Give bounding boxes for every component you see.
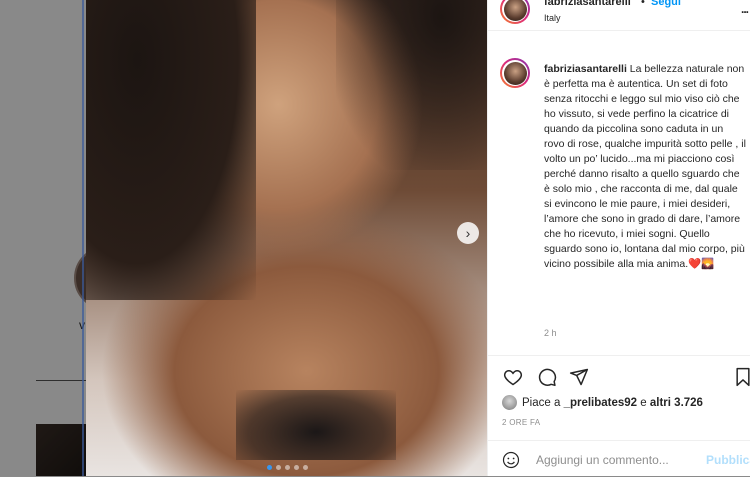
- chevron-right-icon: ›: [465, 225, 471, 241]
- likes-middle: e: [640, 396, 647, 409]
- share-icon[interactable]: [568, 367, 590, 387]
- next-photo-button[interactable]: ›: [457, 222, 479, 244]
- carousel-dot: [276, 465, 281, 470]
- liker-avatar[interactable]: [502, 395, 517, 410]
- author-username[interactable]: fabriziasantarelli: [544, 0, 631, 8]
- background-edge: [82, 0, 84, 476]
- header-separator: •: [641, 0, 645, 8]
- likes-prefix: Piace a: [522, 396, 561, 409]
- caption-text: La bellezza naturale non è perfetta ma è…: [544, 63, 746, 270]
- likes-summary: Piace a _prelibates92 e altri 3.726: [502, 395, 703, 410]
- comment-icon[interactable]: [536, 367, 558, 387]
- carousel-dot: [303, 465, 308, 470]
- photo-detail: [86, 0, 256, 300]
- photo-detail: [236, 390, 396, 460]
- post-header: fabriziasantarelli • Segui Italy ...: [488, 0, 750, 31]
- carousel-indicator: [267, 465, 308, 470]
- liker-username[interactable]: _prelibates92: [564, 397, 638, 409]
- post-timestamp: 2 ORE FA: [502, 418, 541, 427]
- caption-avatar[interactable]: [500, 58, 530, 88]
- likes-count[interactable]: altri 3.726: [650, 397, 703, 409]
- post-sidebar: fabriziasantarelli • Segui Italy ... fab…: [487, 0, 750, 476]
- emoji-icon[interactable]: [502, 451, 520, 469]
- post-photo[interactable]: ›: [86, 0, 487, 476]
- bookmark-icon[interactable]: [734, 367, 750, 387]
- post-caption: fabriziasantarelli La bellezza naturale …: [544, 62, 746, 272]
- follow-button[interactable]: Segui: [651, 0, 681, 8]
- photo-detail: [336, 0, 487, 170]
- publish-button[interactable]: Pubblica: [706, 453, 750, 467]
- caption-time: 2 h: [544, 328, 557, 338]
- post-location[interactable]: Italy: [544, 13, 561, 23]
- post-modal: › fabriziasantarelli • Segui Italy ... f…: [86, 0, 750, 476]
- heart-icon[interactable]: [502, 367, 524, 387]
- author-avatar[interactable]: [500, 0, 530, 24]
- carousel-dot: [267, 465, 272, 470]
- caption-username[interactable]: fabriziasantarelli: [544, 63, 627, 75]
- carousel-dot: [285, 465, 290, 470]
- actions-divider: [488, 355, 750, 357]
- carousel-dot: [294, 465, 299, 470]
- comment-input[interactable]: Aggiungi un commento...: [536, 453, 669, 467]
- more-options-icon[interactable]: ...: [741, 2, 749, 16]
